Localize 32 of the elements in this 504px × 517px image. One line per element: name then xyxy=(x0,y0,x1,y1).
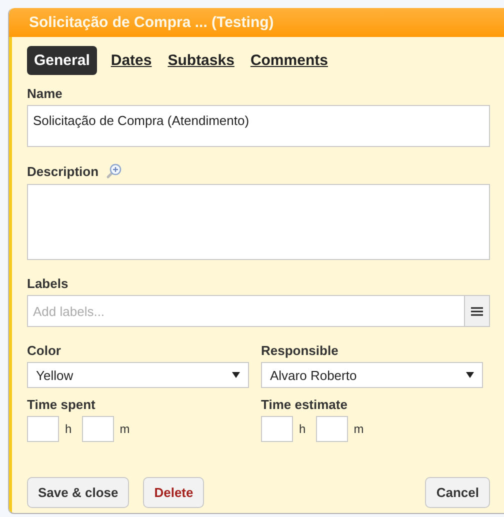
minutes-input[interactable] xyxy=(82,416,114,442)
minutes-input[interactable] xyxy=(316,416,348,442)
hours-input[interactable] xyxy=(261,416,293,442)
name-input[interactable]: Solicitação de Compra (Atendimento) xyxy=(27,105,490,147)
tab[interactable]: Subtasks xyxy=(166,46,236,75)
unit-label: h xyxy=(299,422,306,436)
unit-label: m xyxy=(120,422,130,436)
tab[interactable]: General xyxy=(27,46,97,75)
hours-input[interactable] xyxy=(27,416,59,442)
labels-input[interactable]: Add labels... xyxy=(27,295,464,327)
field-label: Labels xyxy=(27,276,70,291)
field-label: Responsible xyxy=(261,343,340,358)
save-button[interactable]: Save & close xyxy=(27,477,130,508)
tab[interactable]: Comments xyxy=(248,46,330,75)
zoom-in-icon[interactable] xyxy=(104,163,122,180)
field-label: Time spent xyxy=(27,397,96,412)
field-label: Color xyxy=(27,343,62,358)
field-label: Name xyxy=(27,86,64,101)
dropdown-arrow-icon xyxy=(232,372,240,378)
field-label: Description xyxy=(27,164,99,179)
dropdown-arrow-icon xyxy=(466,372,474,378)
responsible-select[interactable]: Alvaro Roberto xyxy=(261,362,483,388)
unit-label: m xyxy=(354,422,364,436)
description-input[interactable] xyxy=(27,184,490,260)
unit-label: h xyxy=(65,422,72,436)
window-title: Solicitação de Compra ... (Testing) xyxy=(29,14,274,31)
color-select[interactable]: Yellow xyxy=(27,362,249,388)
cancel-button[interactable]: Cancel xyxy=(425,477,490,508)
menu-icon[interactable] xyxy=(464,295,490,327)
tab[interactable]: Dates xyxy=(108,46,154,75)
delete-button[interactable]: Delete xyxy=(143,477,204,508)
field-label: Time estimate xyxy=(261,397,348,412)
